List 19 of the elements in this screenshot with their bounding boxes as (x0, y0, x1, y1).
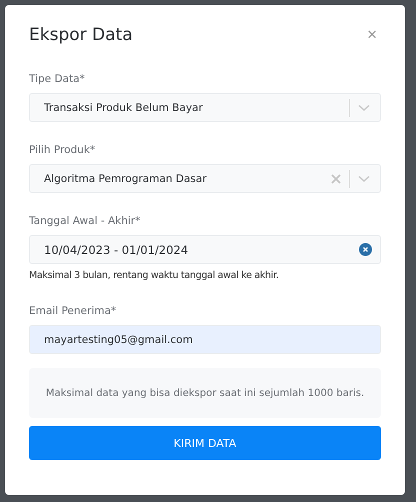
select-field[interactable]: Transaksi Produk Belum Bayar (29, 93, 381, 122)
submit-button[interactable]: KIRIM DATA (29, 426, 381, 460)
field-label: Email Penerima* (29, 305, 118, 317)
field-label: Tipe Data* (29, 73, 86, 85)
select-value: Algoritma Pemrograman Dasar (44, 172, 208, 184)
dialog-title: Ekspor Data (29, 25, 133, 45)
hint-text: Maksimal 3 bulan, rentang waktu tanggal awal ke akhir. (29, 270, 280, 281)
email-value: mayartesting05@gmail.com (44, 334, 194, 346)
date-range-value: 10/04/2023 - 01/01/2024 (44, 242, 190, 256)
chevron-down-icon[interactable] (358, 174, 370, 182)
select-field[interactable]: Algoritma Pemrograman Dasar (29, 164, 381, 193)
email-field[interactable]: mayartesting05@gmail.com (29, 325, 381, 354)
notice-text: Maksimal data yang bisa diekspor saat ini sejumlah 1000 baris. (46, 388, 364, 398)
chevron-down-icon[interactable] (358, 104, 370, 112)
field-label: Tanggal Awal - Akhir* (29, 215, 142, 227)
field-label: Pilih Produk* (29, 144, 96, 156)
date-range-field[interactable]: 10/04/2023 - 01/01/2024 (29, 235, 381, 264)
select-value: Transaksi Produk Belum Bayar (44, 102, 204, 114)
clear-icon[interactable] (359, 243, 372, 256)
